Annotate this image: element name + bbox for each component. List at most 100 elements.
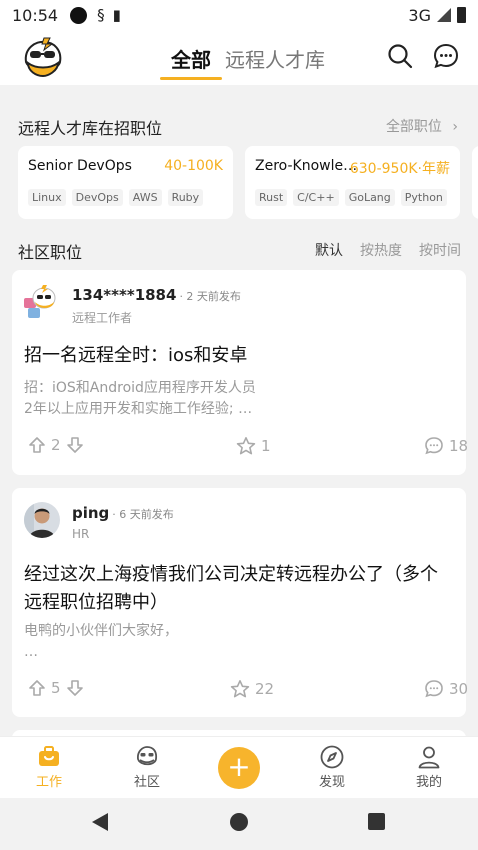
sort-by-time[interactable]: 按时间	[419, 240, 461, 260]
post-card[interactable]: 134****1884 · 2 天前发布 远程工作者 招一名远程全时：ios和安卓…	[12, 270, 468, 475]
nav-label: 社区	[133, 775, 160, 790]
active-tab-indicator	[160, 77, 222, 80]
star-count: 22	[255, 680, 275, 698]
star-icon	[236, 437, 256, 455]
star-count: 1	[261, 437, 271, 455]
author-role: HR	[72, 527, 90, 541]
post-actions: 2 1 18	[24, 436, 468, 460]
job-card-peek[interactable]	[472, 146, 478, 219]
all-jobs-link[interactable]: 全部职位 ›	[386, 116, 458, 136]
star-icon	[230, 680, 250, 698]
job-tag: Ruby	[167, 189, 204, 206]
back-icon[interactable]	[92, 813, 108, 831]
chevron-right-icon: ›	[452, 119, 458, 135]
avatar[interactable]	[24, 284, 60, 320]
nav-label: 发现	[318, 775, 345, 790]
upvote-icon[interactable]	[28, 436, 46, 454]
avatar[interactable]	[24, 502, 60, 538]
signal-icon	[437, 8, 451, 22]
tab-talent-pool[interactable]: 远程人才库	[225, 44, 325, 73]
excerpt-line: 2年以上应用开发和实施工作经验; …	[24, 401, 253, 417]
comment-count: 18	[449, 437, 469, 455]
network-type: 3G	[408, 5, 431, 25]
sort-default[interactable]: 默认	[315, 240, 343, 260]
comment-count: 30	[449, 680, 469, 698]
community-section-title: 社区职位	[18, 243, 83, 262]
post-time: · 6 天前发布	[112, 508, 174, 521]
star-button[interactable]: 1	[236, 436, 271, 456]
create-post-button[interactable]: +	[218, 747, 260, 789]
excerpt-line: …	[24, 644, 38, 660]
post-author[interactable]: 134****1884 · 2 天前发布	[72, 286, 241, 304]
nav-label: 我的	[415, 775, 442, 790]
briefcase-icon	[39, 746, 59, 766]
downvote-icon[interactable]	[66, 679, 84, 697]
job-salary: 630-950K·年薪	[349, 161, 450, 177]
post-card[interactable]: ping · 6 天前发布 HR 经过这次上海疫情我们公司决定转远程办公了（多个远…	[12, 488, 468, 717]
comment-icon	[425, 437, 443, 455]
nav-label: 工作	[35, 775, 62, 790]
battery-icon	[457, 7, 466, 23]
job-tag: AWS	[128, 189, 162, 206]
vote-count: 5	[51, 679, 61, 697]
post-title[interactable]: 经过这次上海疫情我们公司决定转远程办公了（多个远程职位招聘中）	[24, 561, 454, 617]
search-icon[interactable]	[386, 42, 414, 70]
job-card[interactable]: Zero-Knowled… 630-950K·年薪 Rust C/C++ GoL…	[245, 146, 460, 219]
status-bar: 10:54 § ▮ 3G	[0, 0, 478, 30]
job-tags: Rust C/C++ GoLang Python	[255, 189, 447, 206]
comment-icon	[425, 680, 443, 698]
nav-item-discover[interactable]: 发现	[302, 743, 362, 790]
comment-button[interactable]: 30	[424, 679, 468, 699]
nav-item-me[interactable]: 我的	[399, 743, 459, 790]
message-icon[interactable]	[432, 42, 460, 70]
post-actions: 5 22 30	[24, 679, 468, 703]
top-bar: 全部 远程人才库	[0, 30, 478, 85]
job-tag: GoLang	[344, 189, 395, 206]
upvote-icon[interactable]	[28, 679, 46, 697]
job-tag: C/C++	[293, 189, 339, 206]
recent-apps-icon[interactable]	[368, 813, 385, 830]
post-author[interactable]: ping · 6 天前发布	[72, 504, 174, 522]
duck-icon	[137, 746, 158, 766]
post-title[interactable]: 招一名远程全时：ios和安卓	[24, 342, 454, 370]
author-name: 134****1884	[72, 286, 177, 304]
job-tags: Linux DevOps AWS Ruby	[28, 189, 204, 206]
all-jobs-label: 全部职位	[385, 119, 442, 135]
job-card[interactable]: Senior DevOps 40-100K Linux DevOps AWS R…	[18, 146, 233, 219]
nav-item-work[interactable]: 工作	[19, 743, 79, 790]
author-role: 远程工作者	[72, 311, 133, 325]
downvote-icon[interactable]	[66, 436, 84, 454]
duck-logo-icon	[24, 37, 62, 78]
job-tag: Linux	[28, 189, 66, 206]
post-time: · 2 天前发布	[179, 290, 241, 303]
compass-icon	[320, 745, 344, 769]
system-nav-bar	[0, 798, 478, 850]
excerpt-line: 电鸭的小伙伴们大家好，	[24, 623, 178, 639]
post-excerpt: 招：iOS和Android应用程序开发人员 2年以上应用开发和实施工作经验; …	[24, 378, 454, 420]
home-icon[interactable]	[230, 813, 248, 831]
job-title: Zero-Knowled…	[255, 158, 360, 174]
vote-count: 2	[51, 436, 61, 454]
job-salary: 40-100K	[164, 158, 223, 174]
talent-section-title: 远程人才库在招职位	[18, 119, 163, 138]
sort-by-popularity[interactable]: 按热度	[360, 240, 402, 260]
author-name: ping	[72, 504, 110, 522]
bottom-nav: 工作 社区 + 发现 我的	[0, 736, 478, 798]
job-tag: Rust	[255, 189, 288, 206]
notification-icon: §	[97, 6, 105, 24]
sd-card-icon: ▮	[112, 6, 121, 24]
tab-all[interactable]: 全部	[171, 44, 211, 73]
status-time: 10:54	[12, 5, 59, 25]
post-excerpt: 电鸭的小伙伴们大家好， …	[24, 621, 454, 663]
nav-item-community[interactable]: 社区	[117, 743, 177, 790]
vote-group: 5	[28, 679, 84, 697]
profile-icon	[418, 746, 440, 769]
job-tag: Python	[400, 189, 447, 206]
job-title: Senior DevOps	[28, 158, 132, 174]
vote-group: 2	[28, 436, 84, 454]
job-tag: DevOps	[71, 189, 123, 206]
status-dot-icon	[70, 6, 88, 24]
excerpt-line: 招：iOS和Android应用程序开发人员	[24, 380, 256, 396]
comment-button[interactable]: 18	[424, 436, 468, 456]
star-button[interactable]: 22	[230, 679, 274, 699]
